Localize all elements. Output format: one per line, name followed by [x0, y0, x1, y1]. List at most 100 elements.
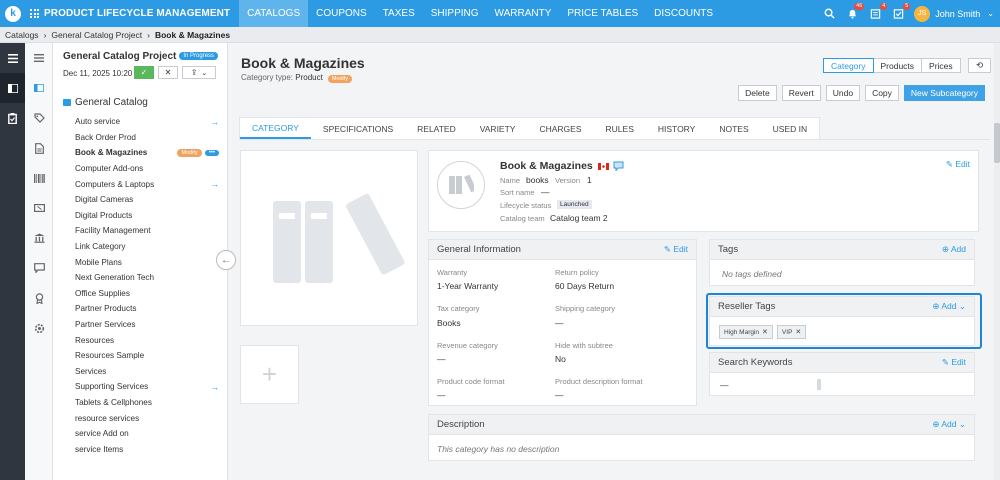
upload-menu-button[interactable]: ⇪ ⌄ [182, 66, 216, 79]
arrow-right-icon[interactable]: → [210, 117, 219, 127]
ticket-icon[interactable] [25, 193, 53, 223]
reseller-chip[interactable]: High Margin ✕ [719, 325, 773, 339]
tree-item[interactable]: Resources [75, 332, 225, 348]
nav-taxes[interactable]: TAXES [375, 0, 423, 27]
nav-shipping[interactable]: SHIPPING [423, 0, 487, 27]
collapse-sidebar-button[interactable]: ← [216, 250, 236, 270]
delete-button[interactable]: Delete [738, 85, 777, 101]
tasks-icon[interactable]: 4 [868, 2, 888, 21]
tree-item[interactable]: Partner Services [75, 317, 225, 333]
translate-icon[interactable] [613, 161, 624, 171]
tab-specifications[interactable]: SPECIFICATIONS [311, 118, 405, 139]
remove-chip-icon[interactable]: ✕ [795, 328, 801, 336]
project-title[interactable]: General Catalog Project In Progress [63, 51, 219, 62]
edit-keywords-link[interactable]: ✎ Edit [942, 357, 966, 368]
bank-icon[interactable] [25, 223, 53, 253]
add-reseller-tag-link[interactable]: ⊕ Add ⌄ [932, 301, 966, 312]
new-subcategory-button[interactable]: New Subcategory [903, 85, 985, 101]
document-icon[interactable] [25, 133, 53, 163]
nav-discounts[interactable]: DISCOUNTS [646, 0, 721, 27]
scrollbar-thumb[interactable] [994, 123, 1000, 163]
tree-item[interactable]: Supporting Services → [75, 379, 225, 395]
clipboard-icon[interactable] [0, 103, 25, 133]
app-logo[interactable]: k [5, 5, 21, 22]
tree-item[interactable]: Resources Sample [75, 348, 225, 364]
tree-item[interactable]: Link Category [75, 239, 225, 255]
app-title[interactable]: PRODUCT LIFECYCLE MANAGEMENT [30, 8, 230, 19]
reseller-tags-card: Reseller Tags ⊕ Add ⌄ High Margin ✕ VIP ✕ [709, 296, 975, 346]
books-icon [449, 175, 474, 194]
bell-icon[interactable]: 46 [845, 2, 865, 21]
reseller-chip[interactable]: VIP ✕ [776, 325, 807, 339]
list-icon[interactable] [25, 43, 53, 73]
search-icon[interactable] [822, 7, 836, 21]
nav-catalogs[interactable]: CATALOGS [239, 0, 309, 27]
edit-general-link[interactable]: ✎ Edit [664, 244, 688, 255]
approve-button[interactable]: ✓ [134, 66, 154, 79]
tab-related[interactable]: RELATED [405, 118, 468, 139]
price-tag-icon[interactable] [25, 103, 53, 133]
add-image-button[interactable]: + [240, 345, 299, 404]
tree-item[interactable]: Tablets & Cellphones [75, 395, 225, 411]
more-options-icon[interactable]: ••• [204, 149, 219, 156]
tab-history[interactable]: HISTORY [646, 118, 707, 139]
catalog-book-icon[interactable] [0, 73, 25, 103]
tree-item[interactable]: resource services [75, 410, 225, 426]
reject-button[interactable]: ✕ [158, 66, 178, 79]
tab-rules[interactable]: RULES [594, 118, 646, 139]
nav-price-tables[interactable]: PRICE TABLES [559, 0, 646, 27]
arrow-right-icon[interactable]: → [210, 179, 219, 189]
revert-button[interactable]: Revert [781, 85, 821, 101]
tree-root[interactable]: General Catalog [63, 97, 148, 108]
chat-icon[interactable] [25, 253, 53, 283]
history-button[interactable]: ⟲ [968, 58, 992, 73]
breadcrumb-project[interactable]: General Catalog Project [51, 30, 142, 40]
chevron-down-icon[interactable]: ⌄ [987, 9, 994, 18]
remove-chip-icon[interactable]: ✕ [762, 328, 768, 336]
view-prices-button[interactable]: Prices [921, 58, 961, 73]
nav-warranty[interactable]: WARRANTY [487, 0, 560, 27]
hide-subtree-label: Hide with subtree [555, 341, 613, 350]
user-name[interactable]: John Smith [935, 9, 980, 19]
tree-item[interactable]: service Items [75, 441, 225, 457]
tab-variety[interactable]: VARIETY [468, 118, 528, 139]
tab-notes[interactable]: NOTES [707, 118, 760, 139]
tree-item-selected[interactable]: Book & Magazines Modify ••• [75, 145, 225, 161]
tree-item[interactable]: Computers & Laptops → [75, 176, 225, 192]
tree-item[interactable]: Services [75, 364, 225, 380]
category-avatar[interactable] [437, 161, 485, 209]
nav-coupons[interactable]: COUPONS [308, 0, 375, 27]
user-avatar[interactable]: JS [914, 5, 931, 22]
tree-item[interactable]: Mobile Plans [75, 254, 225, 270]
add-tag-link[interactable]: ⊕ Add [942, 244, 966, 255]
view-products-button[interactable]: Products [872, 58, 923, 73]
edit-summary-link[interactable]: ✎ Edit [946, 159, 970, 170]
page-scrollbar[interactable] [994, 43, 1000, 480]
tree-item[interactable]: Auto service → [75, 114, 225, 130]
tree-item[interactable]: Next Generation Tech [75, 270, 225, 286]
tree-item[interactable]: Back Order Prod [75, 130, 225, 146]
copy-button[interactable]: Copy [865, 85, 899, 101]
tab-used-in[interactable]: USED IN [761, 118, 819, 139]
barcode-icon[interactable] [25, 163, 53, 193]
tree-item[interactable]: Digital Cameras [75, 192, 225, 208]
tree-item[interactable]: Office Supplies [75, 286, 225, 302]
catalog-tree-icon[interactable] [25, 73, 53, 103]
tree-item[interactable]: Digital Products [75, 208, 225, 224]
settings-icon[interactable] [25, 313, 53, 343]
add-description-link[interactable]: ⊕ Add ⌄ [932, 419, 966, 430]
menu-icon[interactable] [0, 43, 25, 73]
view-category-button[interactable]: Category [823, 58, 874, 73]
tab-charges[interactable]: CHARGES [527, 118, 593, 139]
undo-button[interactable]: Undo [825, 85, 861, 101]
tab-category[interactable]: CATEGORY [240, 118, 311, 139]
tree-item[interactable]: Partner Products [75, 301, 225, 317]
breadcrumb-catalogs[interactable]: Catalogs [5, 30, 39, 40]
arrow-right-icon[interactable]: → [210, 382, 219, 392]
approvals-icon[interactable]: 5 [891, 2, 911, 21]
category-image[interactable] [240, 150, 418, 326]
award-icon[interactable] [25, 283, 53, 313]
tree-item[interactable]: service Add on [75, 426, 225, 442]
tree-item[interactable]: Computer Add-ons [75, 161, 225, 177]
tree-item[interactable]: Facility Management [75, 223, 225, 239]
